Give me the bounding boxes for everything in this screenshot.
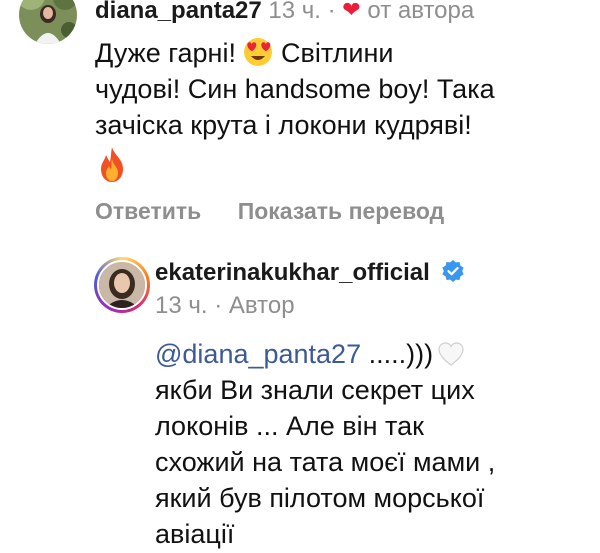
verified-badge-icon <box>442 260 465 282</box>
timestamp: 13 ч. <box>268 0 321 24</box>
reply-text-line: локонів ... Але він так <box>155 411 424 441</box>
heart-icon: ❤ <box>342 0 361 22</box>
comment-text-line: Світлини <box>281 38 394 68</box>
mention-link[interactable]: @diana_panta27 <box>155 339 361 369</box>
separator: · <box>327 0 336 24</box>
reply-text-line: .....))) <box>361 339 434 369</box>
liked-by-author-label: от автора <box>367 0 475 24</box>
avatar-ekaterina[interactable] <box>94 257 150 313</box>
reply-text-line: схожий на тата моєї мами , <box>155 447 496 477</box>
show-translation-button[interactable]: Показать перевод <box>238 198 445 224</box>
comment-actions: Ответить Показать перевод <box>95 198 474 225</box>
reply-text-line: авіації <box>155 519 235 549</box>
white-heart-icon <box>438 342 464 366</box>
comment-text-line: зачіска крута і локони кудряві! <box>95 110 472 140</box>
comment-meta: diana_panta27 13 ч. · ❤ от автора <box>95 0 474 25</box>
avatar-diana[interactable] <box>19 0 77 44</box>
comment-text: Дуже гарні! Світлини чудові! Син handsom… <box>95 35 495 183</box>
comment-text-line: Дуже гарні! <box>95 38 236 68</box>
username[interactable]: ekaterinakukhar_official <box>155 259 430 286</box>
comment-text-line: чудові! Син handsome boy! Така <box>95 74 495 104</box>
reply-button[interactable]: Ответить <box>95 198 201 224</box>
reply-username-line: ekaterinakukhar_official <box>155 259 465 287</box>
reply-text-line: який був пілотом морської <box>155 483 485 513</box>
heart-eyes-emoji-icon <box>244 38 273 66</box>
separator: · <box>214 292 223 319</box>
timestamp: 13 ч. <box>155 292 208 319</box>
reply-text-line: якби Ви знали секрет цих <box>155 375 475 405</box>
author-label: Автор <box>228 292 295 319</box>
reply-text: @diana_panta27 .....))) якби Ви знали се… <box>155 336 495 552</box>
fire-icon <box>101 147 123 182</box>
username[interactable]: diana_panta27 <box>95 0 262 24</box>
reply-meta: 13 ч. · Автор <box>155 292 295 320</box>
